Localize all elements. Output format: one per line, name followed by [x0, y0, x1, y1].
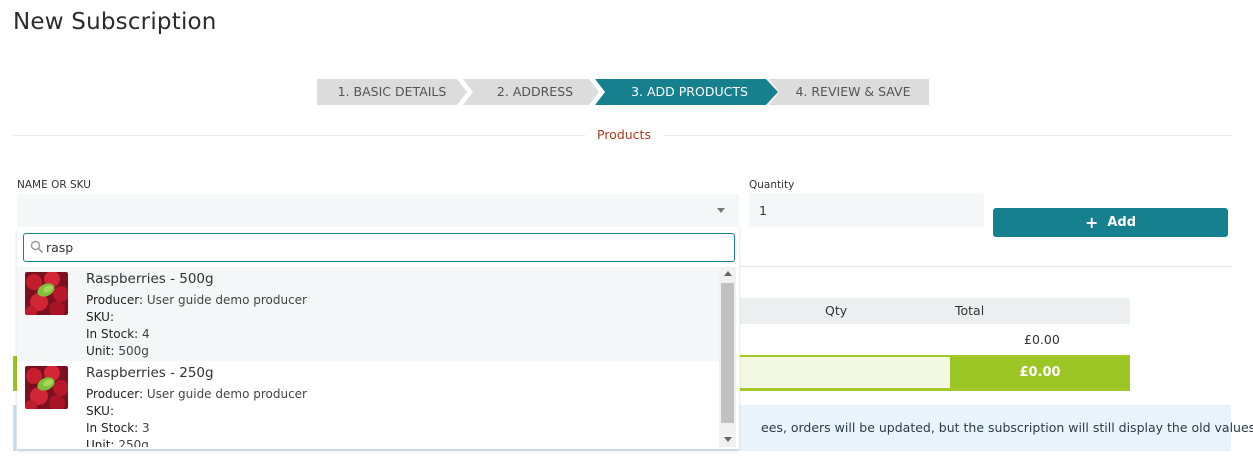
summary-bar: £0.00 [740, 355, 1130, 391]
info-text: ees, orders will be updated, but the sub… [761, 420, 1253, 435]
step-label: 3. ADD PRODUCTS [631, 84, 748, 99]
sku-label: SKU: [86, 310, 114, 324]
stock-value: 3 [142, 421, 150, 435]
name-or-sku-label: NAME OR SKU [17, 179, 91, 191]
column-header-qty: Qty [825, 303, 848, 318]
result-sku: SKU: [86, 310, 114, 324]
plus-icon: + [1084, 212, 1099, 232]
unit-label: Unit: [86, 438, 115, 447]
raspberry-thumbnail [25, 366, 68, 409]
search-icon [30, 240, 44, 254]
step-review-save[interactable]: 4. REVIEW & SAVE [769, 79, 929, 105]
results-scrollbar[interactable] [719, 267, 736, 447]
result-unit: Unit: 250g [86, 438, 149, 447]
products-table-header: Qty Total [740, 298, 1130, 324]
producer-value: User guide demo producer [146, 387, 307, 401]
product-dropdown: Raspberries - 500g Producer: User guide … [17, 227, 739, 449]
stock-label: In Stock: [86, 421, 139, 435]
section-title: Products [585, 127, 663, 142]
result-item[interactable]: Raspberries - 250g Producer: User guide … [17, 361, 719, 447]
page-title: New Subscription [13, 9, 217, 35]
quantity-input[interactable] [749, 193, 984, 227]
unit-value: 250g [118, 438, 149, 447]
result-name: Raspberries - 500g [86, 271, 214, 287]
scroll-up-arrow-icon[interactable] [724, 271, 732, 276]
result-producer: Producer: User guide demo producer [86, 293, 307, 307]
wizard-steps: 1. BASIC DETAILS 2. ADDRESS 3. ADD PRODU… [317, 79, 929, 105]
result-name: Raspberries - 250g [86, 365, 214, 381]
result-item[interactable]: Raspberries - 500g Producer: User guide … [17, 267, 719, 361]
result-stock: In Stock: 3 [86, 421, 150, 435]
step-add-products[interactable]: 3. ADD PRODUCTS [595, 79, 778, 105]
search-input[interactable] [46, 237, 726, 258]
unit-value: 500g [118, 344, 149, 358]
result-unit: Unit: 500g [86, 344, 149, 358]
step-basic-details[interactable]: 1. BASIC DETAILS [317, 79, 467, 105]
add-button-label: Add [1107, 215, 1137, 230]
stock-label: In Stock: [86, 327, 139, 341]
quantity-label: Quantity [749, 179, 795, 191]
row-total-value: £0.00 [1024, 332, 1060, 347]
results-list: Raspberries - 500g Producer: User guide … [17, 267, 719, 447]
step-address[interactable]: 2. ADDRESS [463, 79, 599, 105]
scrollbar-thumb[interactable] [721, 283, 734, 423]
producer-label: Producer: [86, 293, 144, 307]
step-label: 4. REVIEW & SAVE [795, 84, 911, 99]
sku-label: SKU: [86, 404, 114, 418]
producer-label: Producer: [86, 387, 144, 401]
product-select[interactable] [17, 194, 739, 227]
step-label: 2. ADDRESS [496, 84, 574, 99]
scroll-down-arrow-icon[interactable] [724, 437, 732, 442]
chevron-down-icon [717, 208, 725, 213]
row-divider [740, 266, 1232, 267]
result-producer: Producer: User guide demo producer [86, 387, 307, 401]
grand-total-value: £0.00 [950, 357, 1130, 388]
unit-label: Unit: [86, 344, 115, 358]
column-header-total: Total [955, 303, 985, 318]
result-sku: SKU: [86, 404, 114, 418]
result-stock: In Stock: 4 [86, 327, 150, 341]
search-field[interactable] [23, 233, 735, 262]
step-label: 1. BASIC DETAILS [337, 84, 447, 99]
producer-value: User guide demo producer [146, 293, 307, 307]
raspberry-thumbnail [25, 272, 68, 315]
stock-value: 4 [142, 327, 150, 341]
add-product-button[interactable]: + Add [993, 208, 1228, 237]
